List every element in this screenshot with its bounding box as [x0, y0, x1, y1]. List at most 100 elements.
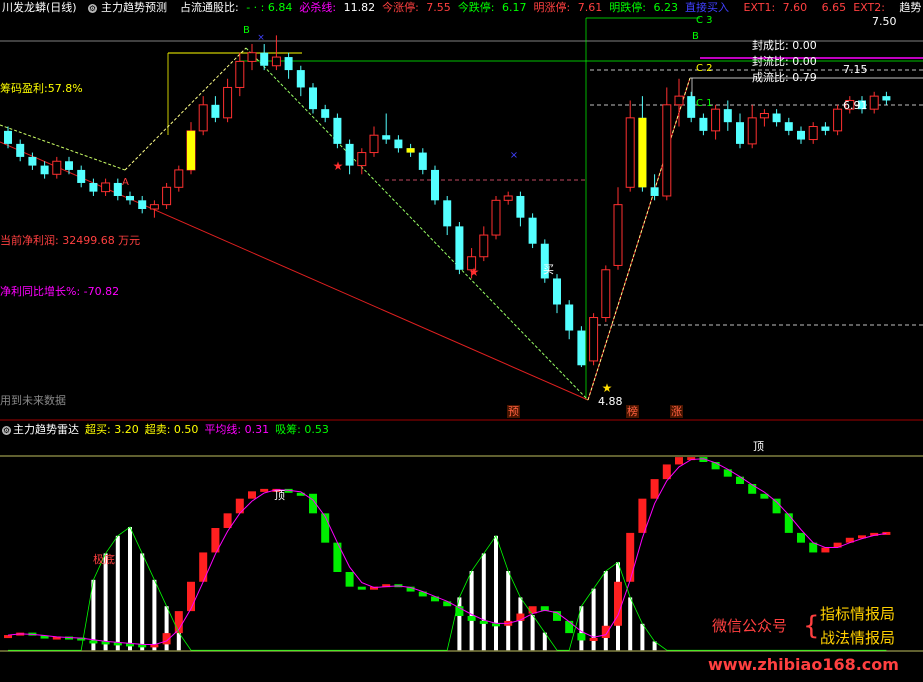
- watermark-line2: 战法情报局: [820, 629, 896, 647]
- candle-body: [333, 117, 342, 144]
- highlight-candle: [187, 130, 195, 170]
- xishou-bar: [530, 615, 535, 651]
- radar-bar: [357, 586, 366, 590]
- candle-body: [516, 195, 525, 218]
- candle-body: [101, 182, 111, 193]
- candle-body: [687, 96, 696, 118]
- zigzag-3: [245, 47, 589, 401]
- xishou-bar: [603, 571, 608, 651]
- candle-body: [345, 143, 354, 166]
- radar-bar: [821, 547, 830, 553]
- candle-body: [528, 217, 537, 244]
- star-icon: ★: [469, 265, 480, 279]
- radar-bar: [345, 572, 354, 587]
- radar-bar: [248, 491, 256, 499]
- candle-body: [162, 186, 172, 206]
- candle-body: [625, 117, 635, 188]
- candle-body: [479, 234, 489, 258]
- profit-growth: 净利同比增长%: -70.82: [0, 285, 120, 298]
- candle-body: [589, 317, 599, 362]
- candle-body: [601, 269, 611, 319]
- candle-body: [503, 195, 513, 201]
- xishou-bar: [494, 535, 498, 651]
- candle-body: [198, 104, 208, 132]
- blue-x-icon: ×: [510, 150, 518, 161]
- chip-profit: 筹码盈利:57.8%: [0, 82, 83, 95]
- xishou-bar: [140, 553, 145, 651]
- sub-item: 平均线: 0.31: [204, 423, 270, 436]
- sub-panel-header: ⚙ 主力趋势雷达 超买: 3.20 超卖: 0.50 平均线: 0.31 吸筹: 0.53: [2, 423, 335, 436]
- candle-body: [723, 109, 732, 123]
- marker-zhang: 涨: [670, 405, 683, 418]
- candle-body: [77, 169, 86, 183]
- marker-bang: 榜: [626, 405, 639, 418]
- bottom-label: 极底: [93, 553, 115, 566]
- candle-body: [211, 104, 220, 118]
- candle-body: [321, 109, 330, 118]
- candle-body: [699, 117, 708, 131]
- sub-panel-values: 超买: 3.20 超卖: 0.50 平均线: 0.31 吸筹: 0.53: [85, 423, 335, 436]
- future-data-note: 用到未来数据: [0, 394, 66, 407]
- top-label-2: 顶: [753, 440, 764, 453]
- candle-body: [382, 135, 391, 140]
- candle-body: [650, 187, 659, 196]
- candle-body: [431, 169, 439, 201]
- net-profit: 当前净利润: 32499.68 万元: [0, 234, 141, 247]
- sub-item: 超卖: 0.50: [144, 423, 199, 436]
- seal-flow-ratio: 封流比: 0.00: [752, 55, 817, 68]
- radar-bar: [772, 498, 781, 514]
- level-691: 6.91: [843, 99, 868, 112]
- kline-chart[interactable]: ★ ★ ★ × ×: [0, 0, 923, 682]
- gear-icon[interactable]: ⚙: [2, 425, 11, 435]
- xishou-bar: [579, 606, 584, 651]
- radar-bar: [260, 488, 269, 492]
- radar-bar: [443, 601, 452, 607]
- point-c2-label: C 2: [696, 63, 713, 74]
- candle-body: [4, 130, 12, 144]
- candle-body: [736, 122, 744, 144]
- watermark-line1: 指标情报局: [820, 605, 896, 623]
- candle-body: [784, 122, 793, 131]
- level-715: 7.15: [843, 63, 868, 76]
- xishou-bar: [128, 527, 132, 651]
- candle-body: [869, 95, 879, 110]
- sub-panel-title: 主力趋势雷达: [13, 423, 79, 436]
- candle-body: [138, 200, 147, 209]
- xishou-bar: [469, 571, 474, 651]
- candle-body: [52, 160, 62, 175]
- candle-body: [443, 200, 452, 227]
- candle-body: [126, 195, 134, 201]
- candle-body: [747, 117, 757, 145]
- candle-body: [418, 152, 427, 170]
- point-b1-label: B: [243, 25, 250, 36]
- candle-body: [16, 143, 25, 157]
- radar-bar: [736, 476, 744, 484]
- candle-body: [223, 86, 233, 119]
- candle-body: [833, 108, 843, 132]
- candle-body: [759, 113, 769, 119]
- candle-body: [174, 169, 184, 188]
- brace-icon: {: [803, 611, 820, 641]
- xishou-bar: [518, 597, 523, 651]
- xishou-bar: [506, 571, 511, 651]
- candle-body: [235, 60, 245, 88]
- candle-body: [271, 56, 281, 67]
- candle-body: [296, 70, 305, 88]
- candle-body: [260, 52, 269, 66]
- radar-bar: [675, 457, 683, 465]
- radar-bar: [4, 635, 12, 639]
- candle-body: [309, 87, 317, 110]
- candle-body: [28, 156, 37, 166]
- radar-bar: [650, 479, 659, 499]
- candle-body: [711, 108, 721, 132]
- radar-bar: [565, 620, 574, 634]
- radar-bar: [187, 581, 195, 612]
- candle-body: [577, 330, 586, 366]
- candle-body: [613, 204, 623, 266]
- candle-body: [565, 304, 574, 331]
- radar-bar: [797, 532, 805, 543]
- xishou-bar: [115, 535, 120, 651]
- xishou-bar: [103, 553, 108, 651]
- radar-bar: [577, 633, 586, 641]
- watermark-url: www.zhibiao168.com: [708, 655, 899, 674]
